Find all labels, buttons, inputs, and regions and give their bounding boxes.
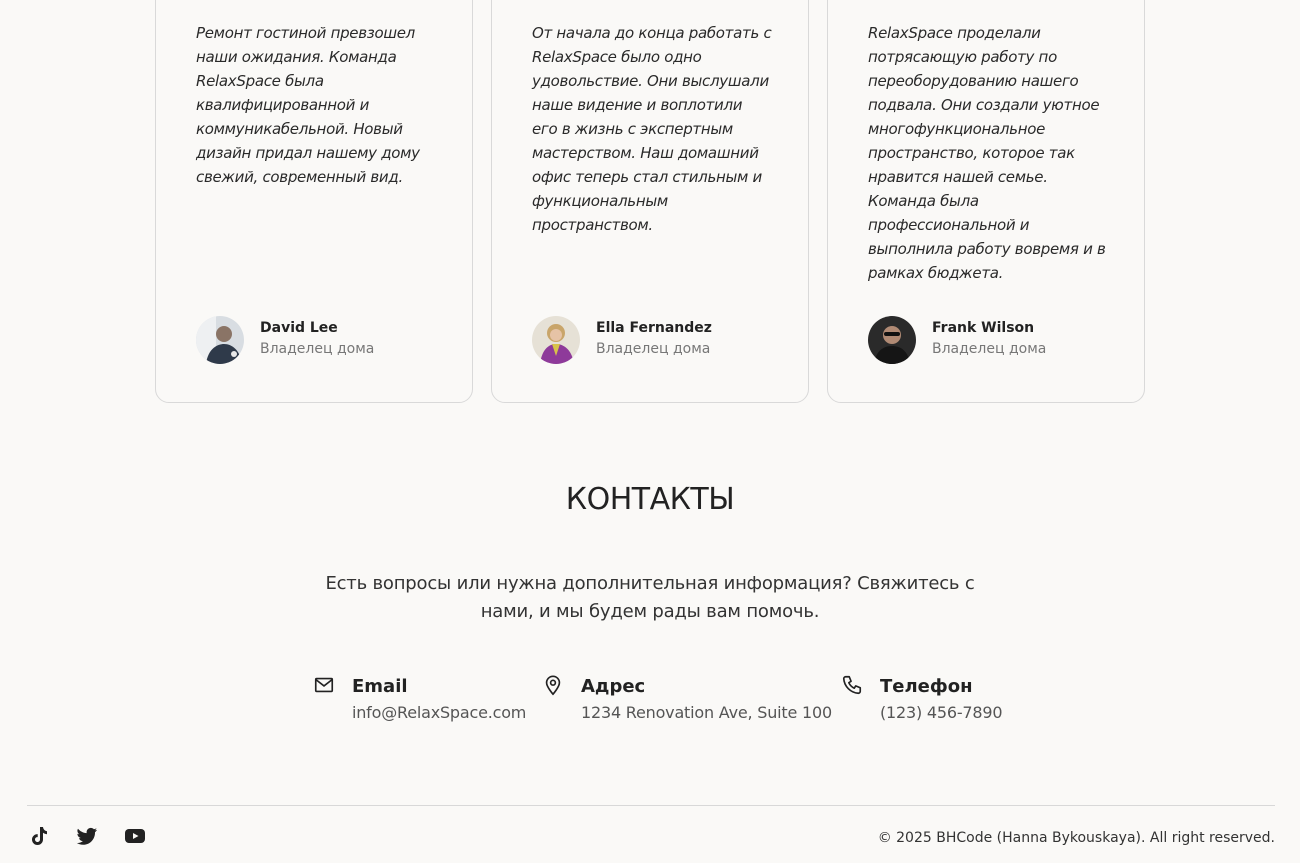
testimonial-card: Ремонт гостиной превзошел наши ожидания.… (155, 0, 473, 403)
footer-divider (27, 805, 1275, 806)
phone-link[interactable]: (123) 456-7890 (880, 703, 1003, 722)
testimonial-quote: От начала до конца работать с RelaxSpace… (532, 24, 772, 234)
mail-icon (313, 674, 335, 696)
twitter-icon[interactable] (75, 824, 99, 848)
author-name: Ella Fernandez (596, 320, 712, 336)
author-role: Владелец дома (932, 341, 1047, 357)
youtube-icon[interactable] (123, 824, 147, 848)
testimonial-card: RelaxSpace проделали потрясающую работу … (827, 0, 1145, 403)
phone-label: Телефон (880, 676, 973, 697)
address-label: Адрес (581, 676, 646, 697)
email-label: Email (352, 676, 408, 697)
copyright-text: © 2025 BHCode (Hanna Bykouskaya). All ri… (877, 830, 1275, 846)
avatar (868, 316, 916, 364)
testimonial-card: От начала до конца работать с RelaxSpace… (491, 0, 809, 403)
address-value: 1234 Renovation Ave, Suite 100 (581, 703, 832, 722)
contacts-title: КОНТАКТЫ (565, 482, 735, 517)
phone-icon (841, 674, 863, 696)
author-name: Frank Wilson (932, 320, 1035, 336)
contacts-intro: Есть вопросы или нужна дополнительная ин… (325, 573, 975, 622)
map-pin-icon (542, 674, 564, 696)
testimonial-quote: RelaxSpace проделали потрясающую работу … (868, 24, 1106, 282)
tiktok-icon[interactable] (27, 824, 51, 848)
testimonial-quote: Ремонт гостиной превзошел наши ожидания.… (196, 24, 420, 186)
email-link[interactable]: info@RelaxSpace.com (352, 703, 526, 722)
author-role: Владелец дома (596, 341, 711, 357)
author-name: David Lee (260, 320, 338, 336)
avatar (532, 316, 580, 364)
avatar (196, 316, 244, 364)
author-role: Владелец дома (260, 341, 375, 357)
